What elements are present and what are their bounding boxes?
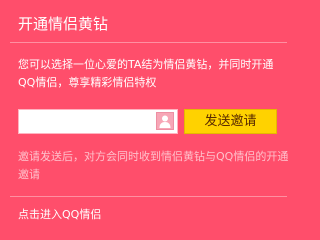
contact-person-icon[interactable] bbox=[156, 112, 174, 130]
qq-input-container bbox=[18, 109, 178, 134]
divider-top bbox=[10, 42, 287, 43]
qq-number-input[interactable] bbox=[19, 110, 157, 133]
couple-yellow-diamond-panel: 开通情侣黄钻 您可以选择一位心爱的TA结为情侣黄钻，并同时开通QQ情侣，尊享精彩… bbox=[0, 0, 297, 234]
invite-hint: 邀请发送后，对方会同时收到情侣黄钻与QQ情侣的开通邀请 bbox=[18, 150, 289, 181]
divider-bottom bbox=[10, 196, 287, 197]
enter-qq-couple-link[interactable]: 点击进入QQ情侣 bbox=[18, 206, 101, 222]
send-invite-button[interactable]: 发送邀请 bbox=[184, 109, 277, 134]
panel-title: 开通情侣黄钻 bbox=[18, 15, 109, 33]
panel-description: 您可以选择一位心爱的TA结为情侣黄钻，并同时开通QQ情侣，尊享精彩情侣特权 bbox=[18, 58, 274, 89]
